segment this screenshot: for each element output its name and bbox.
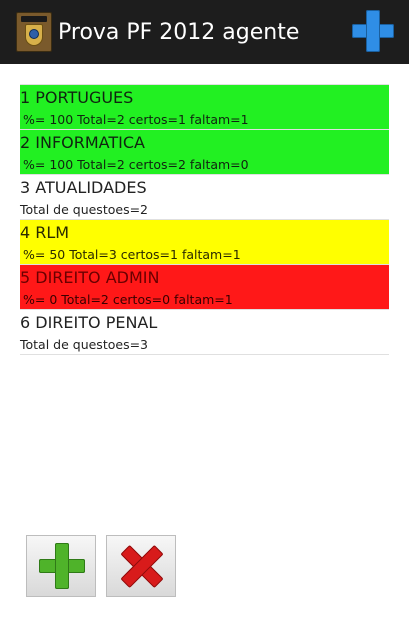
subject-list: 1 PORTUGUES %= 100 Total=2 certos=1 falt…: [20, 84, 389, 355]
subject-stats: %= 0 Total=2 certos=0 faltam=1: [23, 292, 233, 307]
subject-stats: %= 100 Total=2 certos=2 faltam=0: [23, 157, 249, 172]
badge-emblem: [29, 29, 39, 39]
list-item[interactable]: 4 RLM %= 50 Total=3 certos=1 faltam=1: [20, 220, 389, 265]
subject-name: 5 DIREITO ADMIN: [20, 268, 160, 287]
subject-name: 6 DIREITO PENAL: [20, 313, 158, 332]
plus-icon-vertical: [366, 10, 380, 52]
subject-name: 4 RLM: [20, 223, 70, 242]
subject-name: 2 INFORMATICA: [20, 133, 145, 152]
badge-label-band: [21, 16, 47, 22]
list-item[interactable]: 3 ATUALIDADES Total de questoes=2: [20, 175, 389, 220]
subject-name: 1 PORTUGUES: [20, 88, 134, 107]
add-exam-button[interactable]: [352, 10, 394, 52]
subject-stats: %= 100 Total=2 certos=1 faltam=1: [23, 112, 249, 127]
app-title: Prova PF 2012 agente: [58, 20, 300, 45]
list-item[interactable]: 2 INFORMATICA %= 100 Total=2 certos=2 fa…: [20, 130, 389, 175]
add-button[interactable]: [26, 535, 96, 597]
police-badge-icon[interactable]: [16, 12, 52, 52]
list-item[interactable]: 6 DIREITO PENAL Total de questoes=3: [20, 310, 389, 355]
list-item[interactable]: 1 PORTUGUES %= 100 Total=2 certos=1 falt…: [20, 85, 389, 130]
green-plus-vertical: [55, 543, 69, 589]
subject-stats: %= 50 Total=3 certos=1 faltam=1: [23, 247, 241, 262]
subject-stats: Total de questoes=2: [20, 202, 149, 217]
delete-button[interactable]: [106, 535, 176, 597]
action-bar: Prova PF 2012 agente: [0, 0, 409, 64]
subject-name: 3 ATUALIDADES: [20, 178, 147, 197]
subject-stats: Total de questoes=3: [20, 337, 149, 352]
list-item[interactable]: 5 DIREITO ADMIN %= 0 Total=2 certos=0 fa…: [20, 265, 389, 310]
